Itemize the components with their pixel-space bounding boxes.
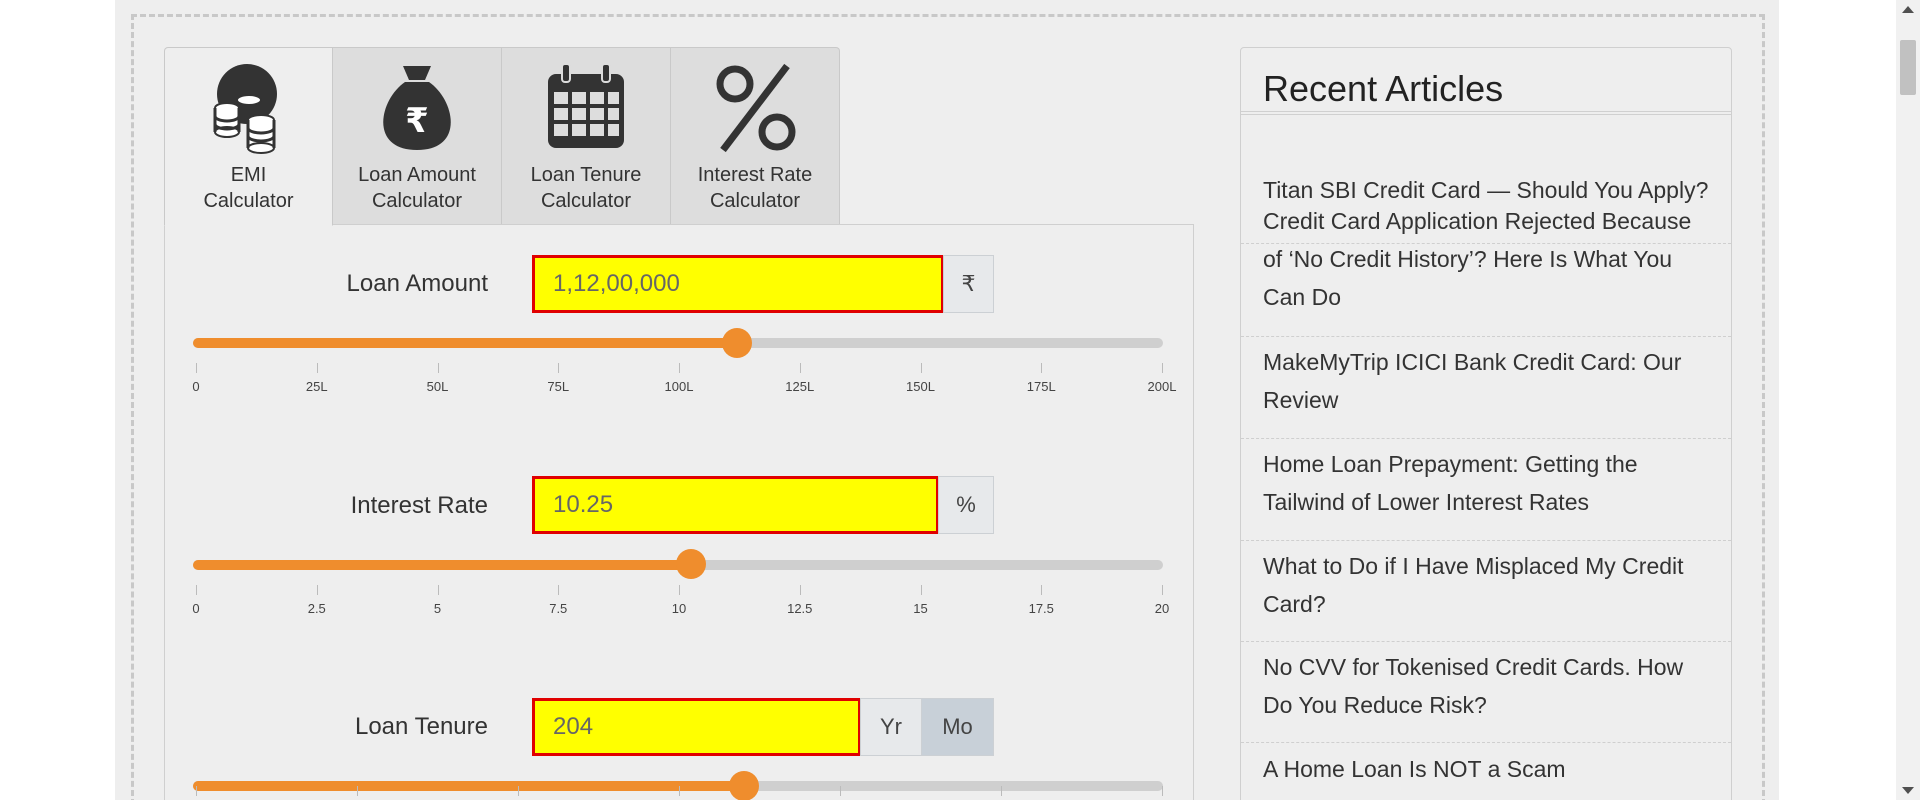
tab-interest-rate-calculator[interactable]: Interest Rate Calculator: [671, 47, 840, 225]
scale-tick: [196, 363, 197, 373]
calendar-icon: [548, 63, 624, 148]
tenure-month-toggle[interactable]: Mo: [921, 698, 994, 756]
scale-tick-label: 10: [671, 601, 687, 616]
tab-loan-tenure-calculator[interactable]: Loan Tenure Calculator: [502, 47, 671, 225]
tab-emi-calculator[interactable]: EMI Calculator: [164, 47, 333, 226]
calculator-tabs: EMI Calculator ₹ Loan Amount Calculator …: [164, 47, 840, 226]
tab-label-line2: Calculator: [203, 190, 294, 212]
interest-rate-scale: 0 2.5 5 7.5 10 12.5 15 17.5 20: [192, 585, 1169, 616]
article-link[interactable]: A Home Loan Is NOT a Scam: [1241, 743, 1731, 800]
article-link[interactable]: Home Loan Prepayment: Getting the Tailwi…: [1241, 439, 1731, 541]
scale-tick-label: 2.5: [307, 601, 326, 616]
scale-tick: [1041, 585, 1043, 595]
tab-label-line1: Interest Rate: [697, 164, 813, 186]
scale-tick: [840, 786, 841, 796]
scale-tick: [437, 585, 439, 595]
scale-tick: [1041, 363, 1043, 373]
scale-tick: [799, 363, 801, 373]
recent-articles-sidebar: Recent Articles Titan SBI Credit Card — …: [1240, 47, 1732, 800]
percent-unit-addon: %: [938, 476, 994, 534]
tab-label-line2: Calculator: [709, 190, 801, 212]
loan-amount-slider-fill: [193, 338, 737, 348]
interest-rate-slider-fill: [193, 560, 691, 570]
scale-tick: [1162, 585, 1163, 595]
scale-tick-label: 50L: [426, 379, 449, 394]
scale-tick-label: 17.5: [1028, 601, 1054, 616]
tab-label: Interest Rate Calculator: [671, 162, 839, 214]
scale-tick: [558, 363, 560, 373]
scale-tick: [316, 363, 318, 373]
interest-rate-input[interactable]: 10.25: [532, 476, 939, 534]
sidebar-title-divider: [1241, 111, 1731, 115]
scale-tick: [196, 786, 197, 796]
percent-icon: [716, 63, 796, 153]
scale-tick: [679, 786, 680, 796]
scale-tick-label: 25L: [305, 379, 328, 394]
tab-loan-amount-calculator[interactable]: ₹ Loan Amount Calculator: [333, 47, 502, 225]
article-link[interactable]: No CVV for Tokenised Credit Cards. How D…: [1241, 642, 1731, 743]
scroll-down-arrow-icon[interactable]: [1902, 787, 1914, 794]
loan-amount-label: Loan Amount: [346, 270, 488, 297]
scroll-up-arrow-icon[interactable]: [1902, 6, 1914, 13]
scale-tick-label: 75L: [547, 379, 570, 394]
scale-tick-label: 100L: [664, 379, 694, 394]
scrollbar-thumb[interactable]: [1900, 40, 1916, 95]
tab-label: EMI Calculator: [165, 162, 332, 214]
scale-tick-label: 150L: [906, 379, 935, 394]
scale-tick: [357, 786, 358, 796]
sidebar-title: Recent Articles: [1263, 68, 1504, 109]
loan-tenure-input[interactable]: 204: [532, 698, 861, 756]
scale-tick-label: 15: [913, 601, 928, 616]
page-scrollbar[interactable]: [1896, 0, 1920, 800]
scale-tick-label: 125L: [785, 379, 815, 394]
scale-tick: [316, 585, 318, 595]
scale-tick-label: 0: [192, 601, 200, 616]
scale-tick: [518, 786, 519, 796]
scale-tick: [679, 363, 680, 373]
scale-tick: [437, 363, 439, 373]
rupee-unit-addon: ₹: [943, 255, 994, 313]
loan-amount-slider-handle[interactable]: [721, 328, 752, 358]
scale-tick: [1162, 363, 1163, 373]
scale-tick: [679, 585, 680, 595]
tab-label-line2: Calculator: [540, 190, 632, 212]
scale-tick: [558, 585, 560, 595]
coins-icon: [213, 64, 277, 154]
scale-tick-label: 7.5: [549, 601, 568, 616]
tab-label: Loan Tenure Calculator: [502, 162, 670, 214]
scale-tick: [799, 585, 801, 595]
scale-tick-label: 12.5: [787, 601, 813, 616]
svg-text:₹: ₹: [405, 101, 429, 141]
scale-tick-label: 175L: [1026, 379, 1056, 394]
article-link[interactable]: Credit Card Application Rejected Because…: [1241, 196, 1731, 337]
scale-tick: [1001, 786, 1002, 796]
interest-rate-label: Interest Rate: [350, 492, 488, 519]
interest-rate-slider-handle[interactable]: [676, 549, 707, 579]
scale-tick-label: 0: [192, 379, 200, 394]
loan-amount-scale: 0 25L 50L 75L 100L 125L 150L 175L 200L: [192, 363, 1176, 394]
scale-tick: [196, 585, 197, 595]
tab-label: Loan Amount Calculator: [333, 162, 501, 214]
tab-label-line1: EMI: [230, 164, 267, 186]
scale-tick: [1162, 786, 1163, 796]
loan-amount-input[interactable]: 1,12,00,000: [532, 255, 944, 313]
loan-amount-slider-track[interactable]: [193, 338, 1163, 348]
money-bag-icon: ₹: [383, 66, 451, 150]
scale-tick-label: 200L: [1147, 379, 1177, 394]
scale-tick-label: 5: [433, 601, 442, 616]
loan-tenure-scale: [196, 786, 1163, 800]
tab-label-line1: Loan Tenure: [530, 164, 642, 186]
article-link[interactable]: MakeMyTrip ICICI Bank Credit Card: Our R…: [1241, 337, 1731, 439]
scale-tick-label: 20: [1154, 601, 1170, 616]
scale-tick: [920, 585, 922, 595]
tenure-year-toggle[interactable]: Yr: [860, 698, 922, 756]
scale-tick: [920, 363, 922, 373]
loan-tenure-label: Loan Tenure: [354, 713, 488, 740]
tab-label-line1: Loan Amount: [358, 164, 476, 186]
tab-label-line2: Calculator: [371, 190, 463, 212]
article-link[interactable]: What to Do if I Have Misplaced My Credit…: [1241, 541, 1731, 642]
